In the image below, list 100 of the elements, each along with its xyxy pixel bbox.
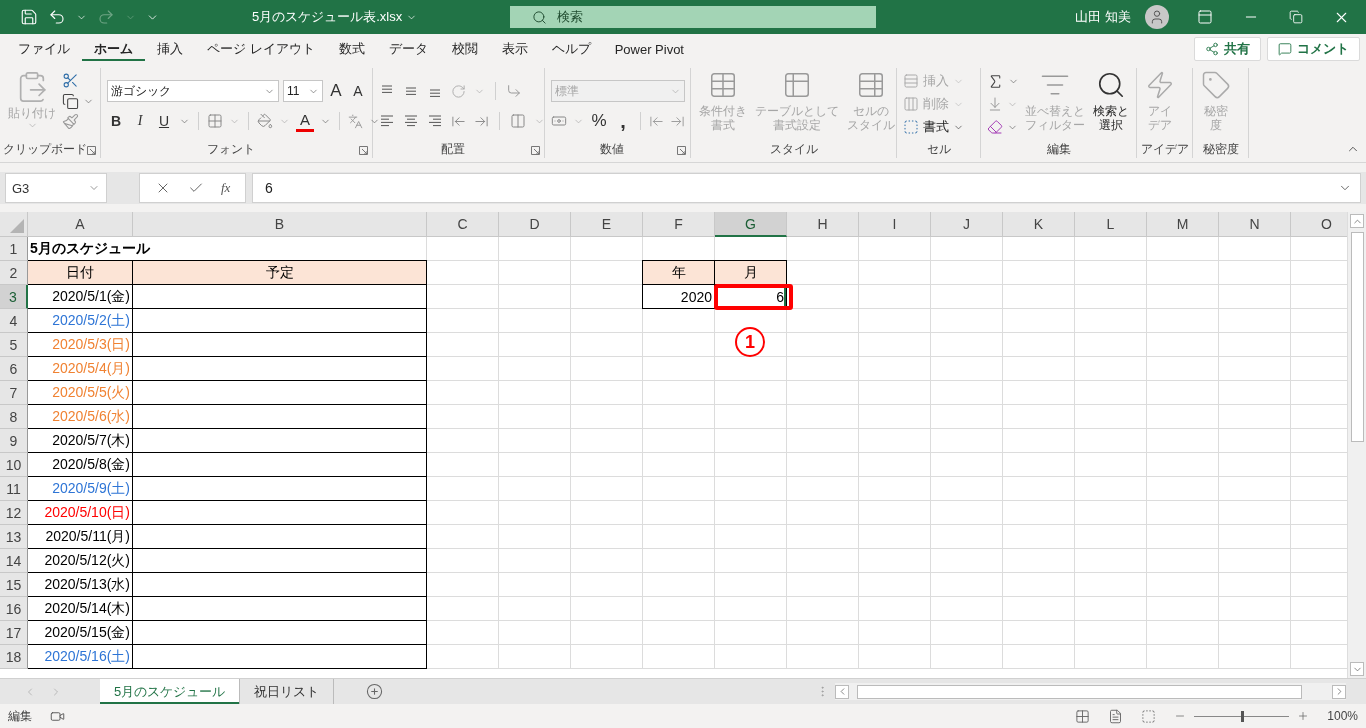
ribbon-tab[interactable]: Power Pivot	[602, 34, 696, 64]
file-name[interactable]: 5月のスケジュール表.xlsx	[252, 8, 510, 26]
column-header[interactable]: N	[1219, 212, 1291, 237]
comma-button[interactable]: ,	[614, 110, 632, 132]
share-button[interactable]: 共有	[1194, 37, 1261, 61]
select-all-icon[interactable]	[10, 219, 24, 233]
banknote-icon[interactable]	[551, 113, 567, 129]
scrollbar-thumb[interactable]	[1350, 232, 1364, 442]
column-header[interactable]: J	[931, 212, 1003, 237]
bold-button[interactable]: B	[107, 110, 125, 132]
font-color-button[interactable]: A	[296, 110, 314, 132]
column-header[interactable]: C	[427, 212, 499, 237]
row-header[interactable]: 10	[0, 453, 28, 477]
column-header[interactable]: G	[715, 212, 787, 237]
name-box[interactable]: G3	[5, 173, 107, 203]
formula-field[interactable]: 6	[252, 173, 1361, 203]
scrollbar-thumb[interactable]	[857, 684, 1302, 699]
restore-icon[interactable]	[1289, 10, 1303, 24]
column-header[interactable]: L	[1075, 212, 1147, 237]
launcher-icon[interactable]	[359, 146, 368, 155]
column-header[interactable]: K	[1003, 212, 1075, 237]
row-header[interactable]: 18	[0, 645, 28, 669]
table-cell[interactable]: 2020	[642, 285, 715, 309]
cell-button[interactable]: 書式	[903, 116, 964, 138]
page-break-icon[interactable]	[1141, 708, 1157, 724]
sheet-tab[interactable]: 祝日リスト	[240, 679, 335, 704]
page-layout-icon[interactable]	[1108, 708, 1124, 724]
row-header[interactable]: 12	[0, 501, 28, 525]
border-icon[interactable]	[207, 113, 223, 129]
column-header[interactable]: I	[859, 212, 931, 237]
column-header[interactable]: H	[787, 212, 859, 237]
underline-button[interactable]: U	[155, 110, 173, 132]
edit-button[interactable]: 検索と 選択	[1091, 70, 1131, 132]
italic-button[interactable]: I	[131, 110, 149, 132]
column-header[interactable]: M	[1147, 212, 1219, 237]
row-header[interactable]: 9	[0, 429, 28, 453]
row-header[interactable]: 3	[0, 285, 28, 309]
row-header[interactable]: 5	[0, 333, 28, 357]
ribbon-tab[interactable]: 挿入	[145, 34, 195, 64]
ribbon-tab[interactable]: データ	[376, 34, 440, 64]
font-name-select[interactable]: 游ゴシック	[107, 80, 279, 102]
avatar[interactable]	[1145, 5, 1169, 29]
row-header[interactable]: 17	[0, 621, 28, 645]
column-header[interactable]: F	[643, 212, 715, 237]
copy-icon[interactable]	[62, 92, 79, 110]
percent-button[interactable]: %	[590, 110, 608, 132]
ribbon-tab[interactable]: 数式	[326, 34, 377, 64]
launcher-icon[interactable]	[531, 146, 540, 155]
ribbon-tab[interactable]: ヘルプ	[539, 34, 603, 64]
row-header[interactable]: 6	[0, 357, 28, 381]
row-header[interactable]: 14	[0, 549, 28, 573]
ribbon-tab[interactable]: 校閲	[439, 34, 490, 64]
search-field[interactable]: 検索	[510, 6, 876, 28]
ribbon-tab[interactable]: ホーム	[82, 34, 145, 64]
sheet-tab[interactable]: 5月のスケジュール	[100, 679, 241, 704]
ribbon-tab[interactable]: ファイル	[6, 34, 82, 64]
ribbon-tab[interactable]: ページ レイアウト	[195, 34, 327, 64]
column-header[interactable]: B	[133, 212, 427, 237]
comment-button[interactable]: コメント	[1267, 37, 1360, 61]
merge-icon[interactable]	[510, 113, 526, 129]
column-header[interactable]: D	[499, 212, 571, 237]
row-header[interactable]: 15	[0, 573, 28, 597]
row-header[interactable]: 11	[0, 477, 28, 501]
save-icon[interactable]	[20, 8, 38, 26]
ribbon-display-icon[interactable]	[1197, 9, 1213, 25]
paint-bucket-icon[interactable]	[257, 113, 273, 129]
row-header[interactable]: 16	[0, 597, 28, 621]
redo-icon[interactable]	[97, 8, 115, 26]
launcher-icon[interactable]	[87, 146, 96, 155]
row-header[interactable]: 1	[0, 237, 28, 261]
tag-icon	[1201, 70, 1231, 100]
fill-icon[interactable]	[987, 96, 1003, 112]
scissors-icon[interactable]	[62, 72, 79, 89]
phonetic-icon[interactable]	[348, 113, 363, 129]
ribbon-tab[interactable]: 表示	[489, 34, 540, 64]
zoom-slider-thumb[interactable]	[1240, 710, 1244, 722]
normal-view-icon[interactable]	[1075, 708, 1091, 724]
column-header[interactable]: A	[28, 212, 133, 237]
orientation-icon[interactable]	[451, 83, 466, 99]
align-icon[interactable]	[403, 113, 419, 129]
row-header[interactable]: 2	[0, 261, 28, 285]
font-size-select[interactable]: 11	[283, 80, 323, 102]
shrink-font-button[interactable]: A	[349, 80, 367, 102]
undo-icon[interactable]	[48, 8, 66, 26]
add-sheet-icon[interactable]	[366, 683, 384, 700]
grow-font-button[interactable]: A	[327, 80, 345, 102]
launcher-icon[interactable]	[677, 146, 686, 155]
align-icon[interactable]	[427, 113, 443, 129]
zoom-in-icon[interactable]	[1297, 710, 1310, 722]
insert-function-button[interactable]: fx	[221, 180, 231, 196]
eraser-icon[interactable]	[987, 119, 1003, 135]
table-cell[interactable]: 6	[715, 285, 787, 309]
column-header[interactable]: O	[1291, 212, 1347, 237]
align-icon[interactable]	[379, 113, 395, 129]
row-header[interactable]: 7	[0, 381, 28, 405]
wrap-text-icon[interactable]	[506, 83, 522, 99]
column-header[interactable]: E	[571, 212, 643, 237]
row-header[interactable]: 13	[0, 525, 28, 549]
row-header[interactable]: 8	[0, 405, 28, 429]
row-header[interactable]: 4	[0, 309, 28, 333]
